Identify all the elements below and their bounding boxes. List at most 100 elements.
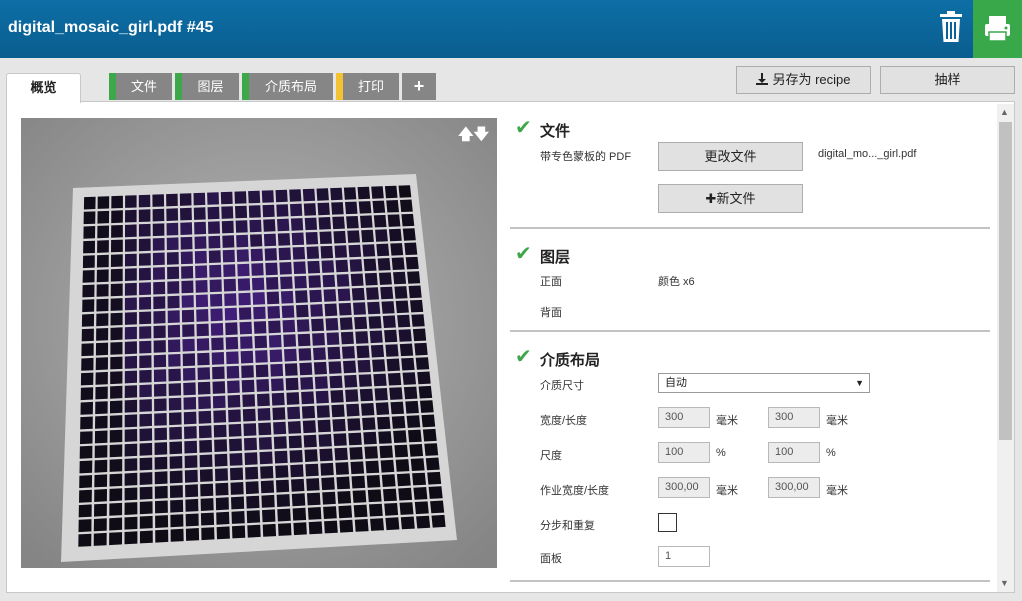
scroll-down-icon[interactable]: ▼ <box>1000 578 1009 588</box>
mosaic-tile <box>125 224 137 238</box>
mosaic-tile <box>375 229 388 242</box>
mosaic-tile <box>82 284 95 298</box>
mosaic-tile <box>296 319 310 332</box>
mosaic-tile <box>292 507 307 521</box>
mosaic-tile <box>79 489 92 503</box>
job-length-unit: 毫米 <box>826 485 848 497</box>
mosaic-tile <box>197 367 211 380</box>
mosaic-tile <box>288 435 302 449</box>
mosaic-tile <box>349 447 363 460</box>
mosaic-tile <box>269 349 283 363</box>
mosaic-tile <box>369 330 383 344</box>
mosaic-tile <box>109 517 123 531</box>
mosaic-tile <box>257 393 270 407</box>
mosaic-tile <box>110 298 123 311</box>
mosaic-tile <box>359 388 374 402</box>
mosaic-tile <box>193 207 206 220</box>
mosaic-tile <box>302 188 316 202</box>
panels-input[interactable]: 1 <box>658 546 710 567</box>
mosaic-tile <box>139 340 152 354</box>
mosaic-tile <box>110 312 123 326</box>
mosaic-tile <box>378 272 392 285</box>
mosaic-tile <box>319 448 333 462</box>
scroll-thumb[interactable] <box>999 122 1012 440</box>
mosaic-tile <box>283 334 297 347</box>
mosaic-tile <box>395 459 410 472</box>
mosaic-tile <box>260 466 274 479</box>
mosaic-tile <box>138 194 151 208</box>
mosaic-tile <box>351 475 366 489</box>
mosaic-tile <box>179 193 192 206</box>
mosaic-tile <box>110 254 123 267</box>
mosaic-tile <box>400 516 415 530</box>
move-arrows[interactable]: 🡅🡇 <box>458 124 489 149</box>
step-repeat-checkbox[interactable] <box>658 513 677 532</box>
mosaic-tile <box>253 306 266 320</box>
scale-y-input[interactable]: 100 <box>768 442 820 463</box>
scrollbar[interactable]: ▲ ▼ <box>997 104 1014 592</box>
mosaic-tile <box>124 458 138 472</box>
tab-overview[interactable]: 概览 <box>6 73 81 103</box>
mosaic-tile <box>124 472 138 486</box>
mosaic-tile <box>139 326 152 339</box>
mosaic-tile <box>300 377 314 390</box>
mosaic-tile <box>330 390 344 403</box>
print-button[interactable] <box>973 0 1022 58</box>
mosaic-tile <box>339 519 354 533</box>
sample-button[interactable]: 抽样 <box>880 66 1015 94</box>
tab-media-layout[interactable]: 介质布局 <box>242 73 333 100</box>
mosaic-tile <box>82 270 95 283</box>
length-unit: 毫米 <box>826 415 848 427</box>
mosaic-tile <box>278 523 292 536</box>
mosaic-tile <box>96 254 109 268</box>
mosaic-tile <box>139 413 152 427</box>
media-size-select[interactable]: 自动 ▼ <box>658 373 870 393</box>
scroll-up-icon[interactable]: ▲ <box>1000 107 1009 117</box>
arrow-up-icon[interactable]: 🡅 <box>458 126 473 143</box>
mosaic-tile <box>408 285 422 299</box>
job-length-input[interactable]: 300,00 <box>768 477 820 498</box>
mosaic-tile <box>367 301 381 315</box>
length-input[interactable]: 300 <box>768 407 820 428</box>
mosaic-tile <box>353 302 366 315</box>
mosaic-tile <box>231 496 245 510</box>
mosaic-tile <box>153 267 165 280</box>
tab-print[interactable]: 打印 <box>336 73 399 100</box>
add-tab-button[interactable]: + <box>402 73 436 100</box>
mosaic-tile <box>323 506 337 519</box>
mosaic-tile <box>225 322 238 336</box>
mosaic-tile <box>220 191 233 205</box>
scale-x-input[interactable]: 100 <box>658 442 710 463</box>
mosaic-tile <box>180 207 192 221</box>
mosaic-tile <box>228 423 242 437</box>
mosaic-tile <box>184 469 198 483</box>
mosaic-tile <box>139 355 152 369</box>
mosaic-tile <box>209 279 222 293</box>
mosaic-tile <box>184 426 197 439</box>
mosaic-tile <box>304 217 318 231</box>
tab-file[interactable]: 文件 <box>109 73 172 100</box>
width-input[interactable]: 300 <box>658 407 710 428</box>
mosaic-tile <box>259 451 273 465</box>
mosaic-tile <box>334 245 348 258</box>
mosaic-tile <box>255 364 269 378</box>
delete-button[interactable] <box>934 10 968 46</box>
mosaic-tile <box>252 292 266 305</box>
mosaic-tile <box>328 361 342 374</box>
change-file-button[interactable]: 更改文件 <box>658 142 803 171</box>
mosaic-tile <box>197 352 210 366</box>
mosaic-tile <box>346 403 360 417</box>
save-recipe-button[interactable]: 另存为 recipe <box>736 66 871 94</box>
arrow-down-icon[interactable]: 🡇 <box>474 126 489 143</box>
mosaic-tile <box>368 316 382 329</box>
mosaic-tile <box>94 474 108 488</box>
mosaic-tile <box>362 417 376 431</box>
mosaic-tile <box>166 237 179 251</box>
mosaic-tile <box>124 443 138 457</box>
mosaic-tile <box>316 188 329 201</box>
mosaic-tile <box>246 510 261 524</box>
new-file-button[interactable]: ✚新文件 <box>658 184 803 213</box>
mosaic-tile <box>285 377 299 391</box>
tab-layers[interactable]: 图层 <box>175 73 239 100</box>
job-width-input[interactable]: 300,00 <box>658 477 710 498</box>
